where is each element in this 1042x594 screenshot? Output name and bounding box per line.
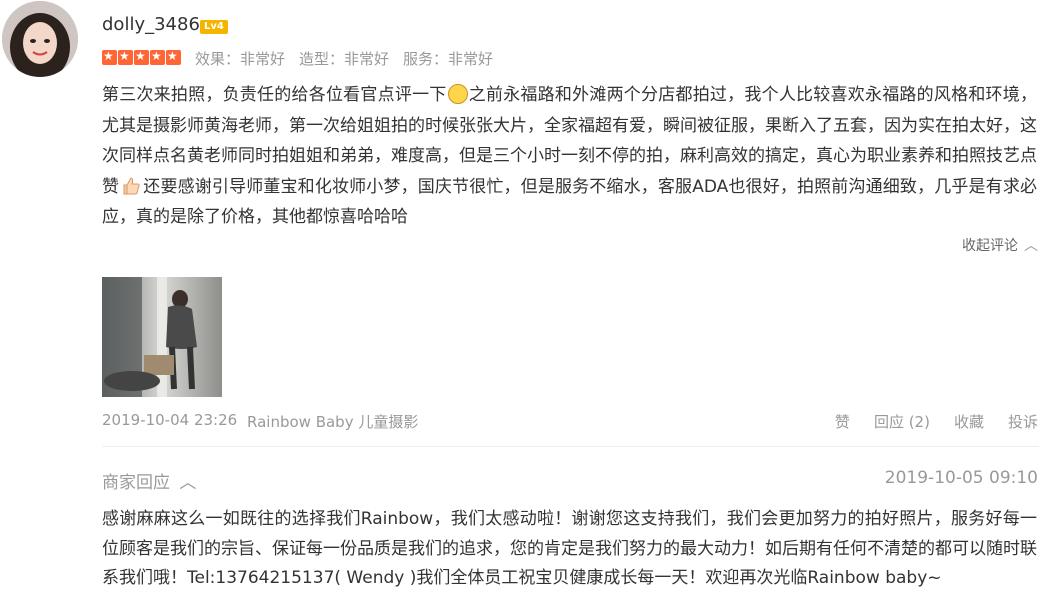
grin-emoji-icon (447, 84, 468, 104)
chevron-up-icon: ︿ (179, 473, 197, 493)
rating-service: 服务：非常好 (403, 50, 494, 68)
avatar-image (2, 1, 78, 77)
star-icon (134, 49, 149, 65)
review-text: 第三次来拍照，负责任的给各位看官点评一下 之前永福路和外滩两个分店都拍过，我个人比… (102, 80, 1037, 233)
report-button[interactable]: 投诉 (1008, 411, 1038, 432)
like-button[interactable]: 赞 (835, 411, 850, 432)
level-badge: Lv4 (200, 20, 228, 34)
rating-details: 效果：非常好 造型：非常好 服务：非常好 (195, 48, 493, 69)
review-photo[interactable] (102, 277, 222, 397)
review-text-part1: 第三次来拍照，负责任的给各位看官点评一下 (102, 85, 447, 105)
star-icon (102, 49, 117, 65)
merchant-reply-toggle[interactable]: 商家回应 ︿ (102, 468, 196, 493)
rating-effect: 效果：非常好 (195, 50, 286, 68)
thumbs-up-emoji-icon (123, 176, 140, 194)
divider (102, 446, 1039, 447)
chevron-up-icon: ︿ (1024, 238, 1038, 254)
review-text-part3: 还要感谢引导师董宝和化妆师小梦，国庆节很忙，但是服务不缩水，客服ADA也很好，拍… (102, 176, 1037, 228)
favorite-button[interactable]: 收藏 (954, 411, 984, 432)
reply-button[interactable]: 回应 (2) (874, 411, 930, 432)
review-datetime: 2019-10-04 23:26 (102, 411, 238, 429)
star-rating (102, 49, 181, 65)
collapse-review-link[interactable]: 收起评论 ︿ (962, 235, 1038, 255)
collapse-label: 收起评论 (962, 238, 1018, 254)
avatar[interactable] (2, 1, 78, 77)
merchant-reply-label: 商家回应 (102, 473, 170, 493)
rating-style: 造型：非常好 (299, 50, 390, 68)
merchant-reply-text: 感谢麻麻这么一如既往的选择我们Rainbow，我们太感动啦！谢谢您这支持我们，我… (102, 509, 1037, 588)
star-icon (166, 49, 181, 65)
username[interactable]: dolly_3486 (102, 14, 200, 35)
merchant-reply-datetime: 2019-10-05 09:10 (884, 468, 1038, 488)
star-icon (150, 49, 165, 65)
shop-name-link[interactable]: Rainbow Baby 儿童摄影 (247, 411, 418, 432)
photo-image (102, 277, 222, 397)
star-icon (118, 49, 133, 65)
review-actions: 赞 回应 (2) 收藏 投诉 (835, 411, 1038, 432)
